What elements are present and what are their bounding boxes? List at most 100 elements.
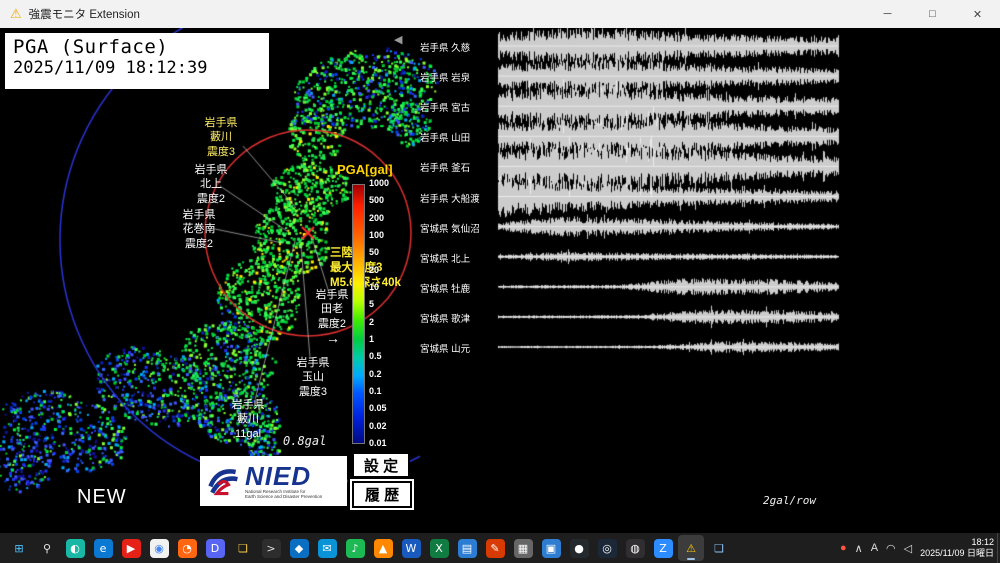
pga-legend: PGA[gal] 1000 500 200 100 50 20 10 5 2 1 0.5 0.2 0.1…: [337, 162, 415, 462]
zoom-app[interactable]: Z: [650, 535, 676, 561]
mail-app-icon: ✉: [317, 538, 337, 558]
waveform-station-label: 岩手県 岩泉: [420, 73, 471, 85]
vscode-app-icon: ◆: [289, 538, 309, 558]
github-app-icon: ●: [569, 538, 589, 558]
calculator-app[interactable]: ▦: [510, 535, 536, 561]
windows-taskbar: ⊞ ⚲ ◐ e ▶ ◉ ◔ D ❏ > ◆ ✉ ♪ ▲ W X ▤ ✎ ▦ ▣ ● ◎ ◍ Z ⚠ ❏ ● ∧ A ◠ ◁ 18:12 2…: [0, 533, 1000, 563]
monitor-datetime: 2025/11/09 18:12:39: [13, 58, 208, 78]
legend-tick-label: 0.05: [369, 403, 387, 414]
terminal-app[interactable]: >: [258, 535, 284, 561]
notepad-app[interactable]: ▤: [454, 535, 480, 561]
excel-app[interactable]: X: [426, 535, 452, 561]
legend-tick-label: 2: [369, 316, 375, 327]
calculator-app-icon: ▦: [513, 538, 533, 558]
paint-app[interactable]: ✎: [482, 535, 508, 561]
file-explorer[interactable]: ❏: [230, 535, 256, 561]
start-button-icon: ⊞: [14, 541, 24, 555]
nied-logo-mark: [208, 469, 238, 496]
gal-value-note: 0.8gal: [283, 434, 327, 448]
waveform-station-label: 岩手県 宮古: [420, 103, 471, 115]
edge-browser[interactable]: e: [90, 535, 116, 561]
settings-button[interactable]: 設 定: [352, 452, 410, 478]
network-icon[interactable]: ◠: [886, 542, 896, 555]
kyoshin-monitor-app-area: PGA (Surface) 2025/11/09 18:12:39 岩手県 藪川…: [0, 28, 1000, 533]
legend-tick-label: 1000: [369, 178, 390, 188]
legend-tick-label: 0.01: [369, 438, 387, 448]
search-button-icon: ⚲: [42, 541, 52, 555]
waveform-station-label: 宮城県 気仙沼: [420, 223, 480, 235]
minimize-button[interactable]: ─: [865, 0, 910, 28]
steam-app-icon: ◎: [597, 538, 617, 558]
discord-app-icon: D: [205, 538, 225, 558]
station-label-yabukawa-intensity: 岩手県 藪川 震度3: [204, 117, 238, 158]
waveform-scale-label: 2gal/row: [763, 494, 816, 507]
waveform-station-label: 宮城県 山元: [420, 344, 471, 355]
kyoshin-monitor-app[interactable]: ⚠: [678, 535, 704, 561]
station-label-tamayama: 岩手県 玉山 震度3: [296, 357, 330, 398]
search-button[interactable]: ⚲: [34, 535, 60, 561]
edge-browser-icon: e: [93, 538, 113, 558]
tray-app-icon[interactable]: ●: [840, 542, 847, 554]
legend-tick-label: 500: [369, 195, 385, 206]
waveform-station-label: 宮城県 北上: [420, 253, 471, 265]
waveform-station-label: 岩手県 釜石: [420, 163, 471, 175]
copilot-app-icon: ◐: [65, 538, 85, 558]
chrome-browser-icon: ◉: [149, 538, 169, 558]
waveform-station-label: 岩手県 山田: [420, 133, 471, 145]
start-button[interactable]: ⊞: [6, 535, 32, 561]
steam-app[interactable]: ◎: [594, 535, 620, 561]
spotify-app[interactable]: ♪: [342, 535, 368, 561]
warning-app-icon: ⚠: [10, 6, 22, 21]
clock-date: 2025/11/09 日曜日: [920, 548, 994, 558]
chrome-browser[interactable]: ◉: [146, 535, 172, 561]
volume-icon[interactable]: ◁: [904, 542, 912, 555]
mode-time-panel: PGA (Surface) 2025/11/09 18:12:39: [5, 33, 269, 89]
copilot-app[interactable]: ◐: [62, 535, 88, 561]
history-button[interactable]: 履 歴: [352, 481, 412, 508]
zoom-app-icon: Z: [653, 538, 673, 558]
legend-title: PGA[gal]: [337, 162, 393, 177]
paint-app-icon: ✎: [485, 538, 505, 558]
station-label-kitakami: 岩手県 北上 震度2: [194, 164, 228, 205]
clock-time: 18:12: [971, 536, 994, 547]
monitor-mode-label: PGA (Surface): [13, 36, 169, 58]
legend-tick-label: 100: [369, 230, 385, 240]
waveform-station-label: 宮城県 歌津: [420, 313, 471, 325]
system-tray: ● ∧ A ◠ ◁ 18:12 2025/11/09 日曜日: [840, 533, 994, 563]
legend-tick-label: 0.5: [369, 351, 382, 362]
kyoshin-monitor-app-icon: ⚠: [681, 538, 701, 558]
mail-app[interactable]: ✉: [314, 535, 340, 561]
youtube-app[interactable]: ▶: [118, 535, 144, 561]
photos-app[interactable]: ▣: [538, 535, 564, 561]
discord-app[interactable]: D: [202, 535, 228, 561]
waveform-station-label: 岩手県 大船渡: [420, 193, 480, 205]
ime-indicator[interactable]: A: [871, 542, 878, 554]
maximize-button[interactable]: □: [910, 0, 955, 28]
obs-app[interactable]: ◍: [622, 535, 648, 561]
word-app-icon: W: [401, 538, 421, 558]
taskbar-clock[interactable]: 18:12 2025/11/09 日曜日: [920, 537, 994, 560]
vscode-app[interactable]: ◆: [286, 535, 312, 561]
firefox-browser-icon: ◔: [177, 538, 197, 558]
legend-tick-label: 0.2: [369, 368, 382, 379]
hidden-icons-chevron[interactable]: ∧: [855, 542, 863, 555]
legend-tick-label: 0.02: [369, 420, 387, 431]
legend-tick-label: 1: [369, 334, 375, 344]
github-app[interactable]: ●: [566, 535, 592, 561]
terminal-app-icon: >: [261, 538, 281, 558]
legend-tick-label: 10: [369, 282, 380, 292]
firefox-browser[interactable]: ◔: [174, 535, 200, 561]
word-app[interactable]: W: [398, 535, 424, 561]
close-button[interactable]: ✕: [955, 0, 1000, 28]
station-label-yabukawa-gal: 岩手県 藪川 11gal: [231, 399, 265, 440]
waveform-station-label: 宮城県 牡鹿: [420, 283, 471, 295]
vlc-app[interactable]: ▲: [370, 535, 396, 561]
photos-app-icon: ▣: [541, 538, 561, 558]
folder-window-icon: ❏: [714, 541, 724, 555]
legend-tick-label: 50: [369, 247, 380, 258]
legend-tick-label: 200: [369, 212, 385, 223]
legend-tick-label: 5: [369, 299, 375, 310]
nied-logo-subtitle: National Research Institute for Earth Sc…: [245, 488, 323, 499]
waveform-row-marker-icon: ◀: [394, 34, 403, 46]
folder-window[interactable]: ❏: [706, 535, 732, 561]
